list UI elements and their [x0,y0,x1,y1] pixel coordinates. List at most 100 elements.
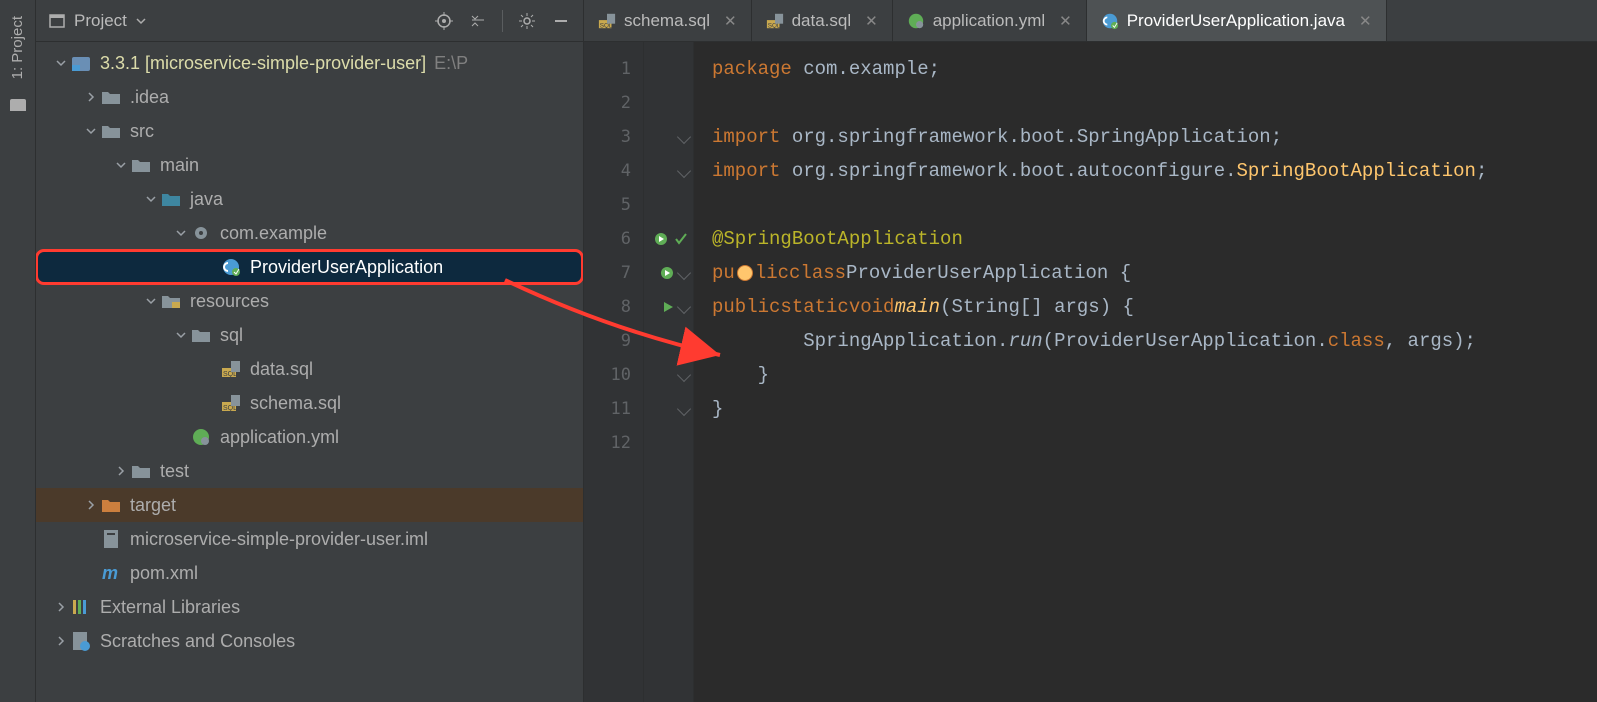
code-line[interactable]: } [712,358,1597,392]
line-number: 3 [584,120,643,154]
tree-row-pom-xml[interactable]: mpom.xml [36,556,583,590]
tree-row-test[interactable]: test [36,454,583,488]
maven-icon: m [100,562,122,584]
marker-gutter [644,42,694,702]
editor-tab-application-yml[interactable]: application.yml✕ [893,0,1087,41]
tree-row-provideruserapplication[interactable]: ProviderUserApplication [36,250,583,284]
code-line[interactable]: SpringApplication.run(ProviderUserApplic… [712,324,1597,358]
folder-icon [190,324,212,346]
editor-tab-provideruserapplication-java[interactable]: ProviderUserApplication.java✕ [1087,0,1387,41]
fold-icon[interactable] [677,164,691,178]
gutter-marker[interactable] [644,222,693,256]
gutter-marker[interactable] [644,256,693,290]
folder-icon [10,99,26,111]
tree-row-3-3-1[interactable]: 3.3.1 [microservice-simple-provider-user… [36,46,583,80]
chevron-icon[interactable] [144,193,158,205]
line-number: 4 [584,154,643,188]
chevron-icon[interactable] [54,57,68,69]
tree-row-data-sql[interactable]: SQLdata.sql [36,352,583,386]
tool-window-tab-project[interactable]: 1: Project [9,8,26,87]
chevron-icon[interactable] [174,227,188,239]
chevron-icon[interactable] [174,329,188,341]
code-editor[interactable]: package com.example; import org.springfra… [694,42,1597,702]
fold-icon[interactable] [677,266,691,280]
code-line[interactable]: pulic class ProviderUserApplication { [712,256,1597,290]
project-icon [48,12,66,30]
minimize-icon[interactable] [551,11,571,31]
iml-icon [100,528,122,550]
panel-toolbar [434,10,571,32]
chevron-icon[interactable] [144,295,158,307]
chevron-icon[interactable] [84,125,98,137]
gutter-marker [644,358,693,392]
close-icon[interactable]: ✕ [1359,12,1372,30]
project-panel-title-group[interactable]: Project [48,11,147,31]
line-number: 7 [584,256,643,290]
line-number: 9 [584,324,643,358]
gutter-marker [644,426,693,460]
chevron-icon[interactable] [84,91,98,103]
code-line[interactable]: } [712,392,1597,426]
editor-tab-data-sql[interactable]: SQLdata.sql✕ [752,0,893,41]
tree-row-com-example[interactable]: com.example [36,216,583,250]
tree-row-src[interactable]: src [36,114,583,148]
code-line[interactable]: import org.springframework.boot.autoconf… [712,154,1597,188]
fold-icon[interactable] [677,130,691,144]
project-panel: Project 3.3.1 [microservice-simple-provi… [36,0,584,702]
java-class-icon [220,256,242,278]
fold-icon[interactable] [677,402,691,416]
chevron-icon[interactable] [54,601,68,613]
chevron-icon[interactable] [114,159,128,171]
chevron-icon[interactable] [54,635,68,647]
folder-icon [100,120,122,142]
line-number: 8 [584,290,643,324]
code-line[interactable] [712,188,1597,222]
gutter-marker [644,188,693,222]
gutter-marker [644,154,693,188]
tree-row--idea[interactable]: .idea [36,80,583,114]
code-line[interactable] [712,86,1597,120]
tree-row-scratches-and-consoles[interactable]: Scratches and Consoles [36,624,583,658]
close-icon[interactable]: ✕ [1059,12,1072,30]
code-line[interactable]: public static void main(String[] args) { [712,290,1597,324]
tree-row-java[interactable]: java [36,182,583,216]
line-number: 2 [584,86,643,120]
fold-icon[interactable] [677,300,691,314]
chevron-icon[interactable] [114,465,128,477]
tree-row-resources[interactable]: resources [36,284,583,318]
module-icon [70,52,92,74]
tree-row-target[interactable]: target [36,488,583,522]
tree-item-label: sql [220,325,243,346]
close-icon[interactable]: ✕ [865,12,878,30]
tree-row-application-yml[interactable]: application.yml [36,420,583,454]
sql-icon: SQL [766,12,784,30]
tree-row-sql[interactable]: sql [36,318,583,352]
locate-icon[interactable] [434,11,454,31]
chevron-down-icon [135,15,147,27]
tree-row-microservice-simple-provider-user-iml[interactable]: microservice-simple-provider-user.iml [36,522,583,556]
tree-row-main[interactable]: main [36,148,583,182]
tree-item-label: ProviderUserApplication [250,257,443,278]
gutter-marker [644,52,693,86]
chevron-icon[interactable] [84,499,98,511]
folder-target-icon [100,494,122,516]
code-line[interactable]: import org.springframework.boot.SpringAp… [712,120,1597,154]
tree-item-label: java [190,189,223,210]
folder-icon [130,460,152,482]
tree-row-schema-sql[interactable]: SQLschema.sql [36,386,583,420]
editor-tab-schema-sql[interactable]: SQLschema.sql✕ [584,0,752,41]
gutter-marker [644,86,693,120]
tree-item-label: microservice-simple-provider-user.iml [130,529,428,550]
collapse-all-icon[interactable] [468,11,488,31]
close-icon[interactable]: ✕ [724,12,737,30]
tree-row-external-libraries[interactable]: External Libraries [36,590,583,624]
gutter-marker[interactable] [644,290,693,324]
project-panel-header: Project [36,0,583,42]
editor-body: 123456789101112 package com.example;impo… [584,42,1597,702]
code-line[interactable] [712,426,1597,460]
project-tree[interactable]: 3.3.1 [microservice-simple-provider-user… [36,42,583,702]
code-line[interactable]: package com.example; [712,52,1597,86]
code-line[interactable]: @SpringBootApplication [712,222,1597,256]
gear-icon[interactable] [517,11,537,31]
fold-icon[interactable] [677,368,691,382]
